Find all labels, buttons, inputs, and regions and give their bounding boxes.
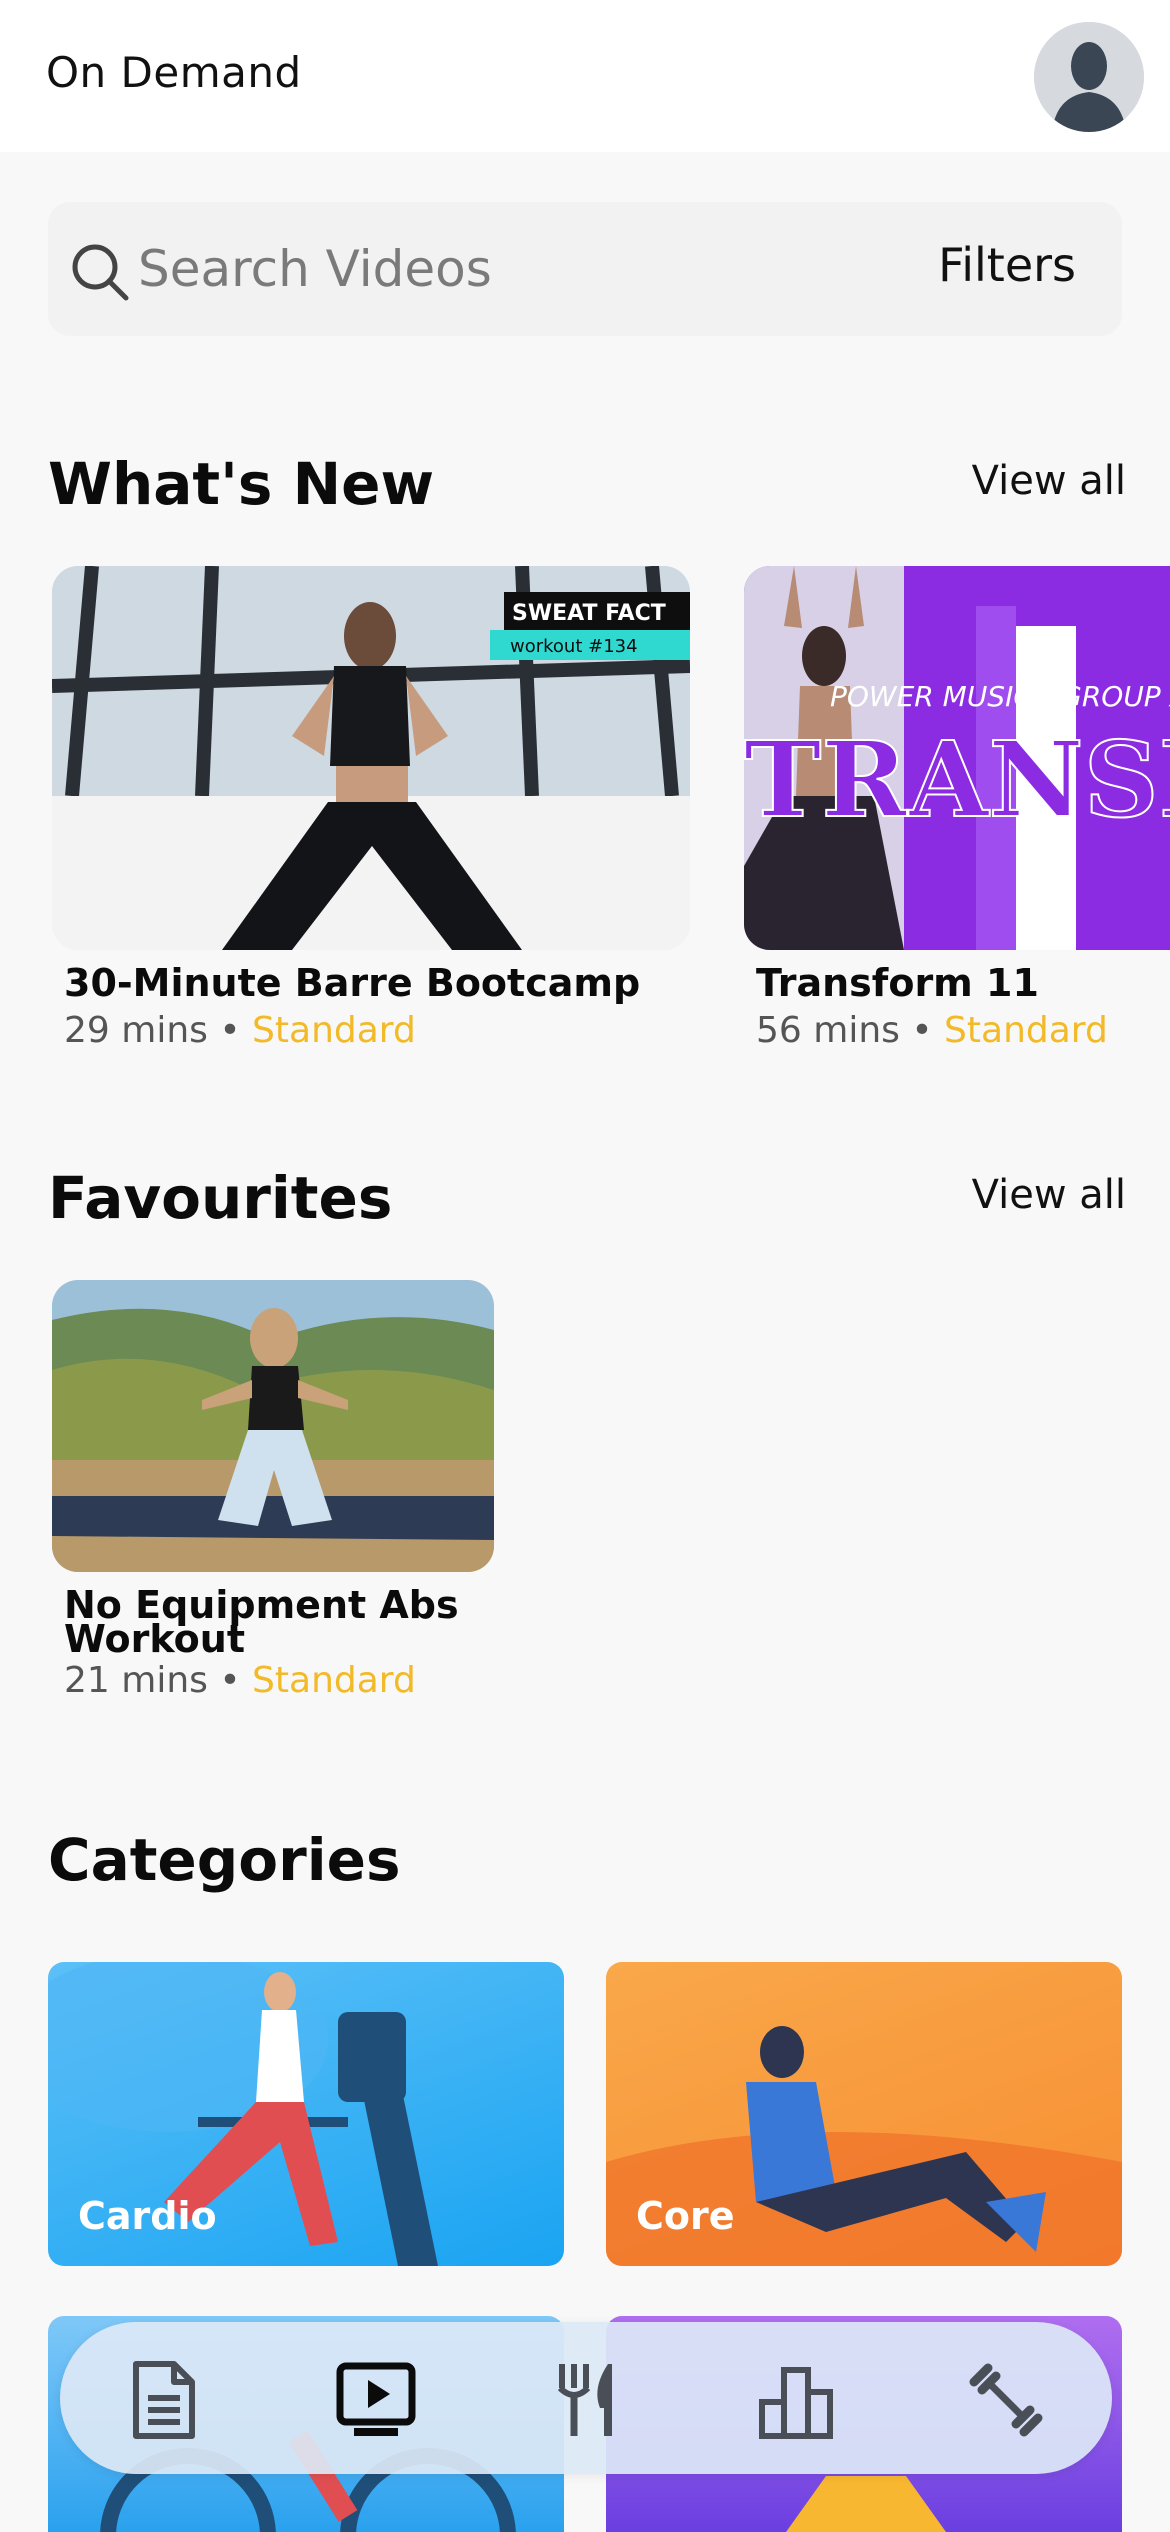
whats-new-heading: What's New [48, 450, 435, 518]
transform-thumbnail: POWER MUSIC | GROUP X TRANSF [744, 566, 1170, 950]
nav-item-nutrition[interactable] [544, 2358, 628, 2442]
avatar[interactable] [1034, 22, 1144, 132]
favourites-heading: Favourites [48, 1164, 393, 1232]
video-meta: 56 mins • Standard [756, 1010, 1108, 1051]
banner-text: POWER MUSIC | GROUP X [830, 680, 1170, 713]
meta-separator: • [219, 1660, 241, 1701]
meta-separator: • [219, 1010, 241, 1051]
video-level: Standard [252, 1660, 416, 1701]
nav-item-on-demand[interactable] [334, 2358, 418, 2442]
video-meta: 29 mins • Standard [64, 1010, 416, 1051]
video-duration: 21 mins [64, 1660, 208, 1701]
user-silhouette-icon [1034, 22, 1144, 132]
favourites-view-all-link[interactable]: View all [972, 1172, 1126, 1218]
search-input[interactable] [138, 232, 818, 306]
nav-item-plans[interactable] [122, 2358, 206, 2442]
video-duration: 29 mins [64, 1010, 208, 1051]
nav-item-workouts[interactable] [964, 2358, 1048, 2442]
video-duration: 56 mins [756, 1010, 900, 1051]
categories-heading: Categories [48, 1826, 401, 1894]
app-header: On Demand [0, 0, 1170, 152]
fork-knife-icon [557, 2364, 612, 2436]
video-title[interactable]: Transform 11 [756, 964, 1039, 1002]
bar-chart-icon [759, 2367, 833, 2439]
video-thumbnail[interactable]: POWER MUSIC | GROUP X TRANSF [744, 566, 1170, 950]
page-title: On Demand [46, 48, 302, 97]
category-label: Core [636, 2194, 735, 2238]
bottom-navigation [60, 2322, 1112, 2474]
video-meta: 21 mins • Standard [64, 1660, 416, 1701]
video-title[interactable]: No Equipment Abs Workout [64, 1586, 459, 1661]
barre-bootcamp-thumbnail: SWEAT FACT workout #134 [52, 566, 690, 950]
video-title-line2: Workout [64, 1617, 245, 1661]
badge-line2: workout #134 [510, 636, 638, 657]
nav-item-progress[interactable] [754, 2358, 838, 2442]
search-icon [72, 244, 129, 301]
category-label: Cardio [78, 2194, 217, 2238]
video-player-icon [336, 2362, 416, 2436]
video-thumbnail[interactable]: SWEAT FACT workout #134 [52, 566, 690, 950]
dumbbell-icon [969, 2363, 1043, 2437]
category-tile-core[interactable]: Core [606, 1962, 1122, 2266]
video-level: Standard [252, 1010, 416, 1051]
search-bar: Filters [48, 202, 1122, 336]
badge-line1: SWEAT FACT [512, 601, 666, 626]
meta-separator: • [911, 1010, 933, 1051]
video-thumbnail[interactable] [52, 1280, 494, 1572]
filters-button[interactable]: Filters [938, 238, 1076, 292]
banner-big-text: TRANSF [744, 718, 1170, 841]
whats-new-view-all-link[interactable]: View all [972, 458, 1126, 504]
document-icon [133, 2361, 195, 2439]
category-tile-cardio[interactable]: Cardio [48, 1962, 564, 2266]
video-level: Standard [944, 1010, 1108, 1051]
abs-workout-thumbnail [52, 1280, 494, 1572]
video-title[interactable]: 30-Minute Barre Bootcamp [64, 964, 640, 1002]
